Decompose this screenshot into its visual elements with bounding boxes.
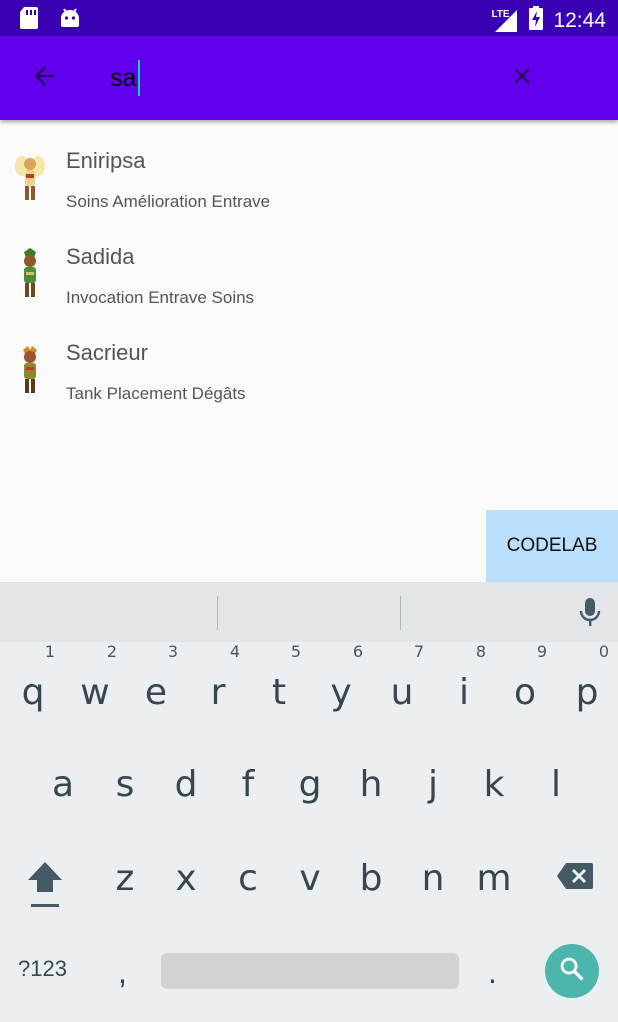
item-title: Eniripsa [66, 148, 146, 173]
android-icon [58, 6, 82, 35]
key-label: o [513, 672, 537, 713]
key-z[interactable]: z [94, 858, 156, 899]
key-l[interactable]: l [525, 764, 587, 805]
list-item[interactable]: Eniripsa Soins Amélioration Entrave [0, 120, 618, 216]
results-list: Eniripsa Soins Amélioration Entrave Sadi… [0, 120, 618, 408]
suggestion-strip [0, 582, 618, 642]
key-u[interactable]: 7u [371, 642, 433, 713]
key-label: e [144, 672, 168, 713]
search-app-bar [0, 36, 618, 120]
search-icon [558, 955, 586, 988]
key-q[interactable]: 1q [2, 642, 64, 713]
list-item[interactable]: Sacrieur Tank Placement Dégâts [0, 312, 618, 408]
key-label: y [330, 672, 352, 713]
period-key[interactable]: . [488, 954, 497, 991]
item-subtitle: Tank Placement Dégâts [66, 384, 246, 403]
key-hint: 0 [598, 642, 610, 661]
key-hint: 7 [413, 642, 425, 661]
key-j[interactable]: j [402, 764, 464, 805]
key-label: t [271, 672, 287, 713]
search-input[interactable] [110, 60, 470, 96]
key-f[interactable]: f [217, 764, 279, 805]
signal-icon: LTE [491, 9, 519, 33]
comma-key[interactable]: , [118, 954, 127, 991]
key-a[interactable]: a [32, 764, 94, 805]
key-k[interactable]: k [463, 764, 525, 805]
soft-keyboard: 1q 2w 3e 4r 5t 6y 7u 8i 9o 0p a s d f g … [0, 582, 618, 1022]
network-label: LTE [491, 8, 510, 20]
search-action-key[interactable] [545, 944, 599, 998]
suggestion-divider [217, 596, 218, 630]
key-hint: 1 [44, 642, 56, 661]
key-g[interactable]: g [279, 764, 341, 805]
microphone-icon[interactable] [578, 596, 602, 633]
item-title: Sacrieur [66, 340, 148, 365]
suggestion-divider [400, 596, 401, 630]
key-label: i [458, 672, 469, 713]
key-y[interactable]: 6y [310, 642, 372, 713]
key-hint: 4 [229, 642, 241, 661]
status-left-icons [18, 6, 82, 35]
backspace-key[interactable] [556, 862, 594, 895]
key-p[interactable]: 0p [556, 642, 618, 713]
key-i[interactable]: 8i [433, 642, 495, 713]
key-m[interactable]: m [463, 858, 525, 899]
close-icon [509, 63, 535, 94]
key-hint: 9 [536, 642, 548, 661]
codelab-button[interactable]: CODELAB [486, 510, 618, 582]
battery-charging-icon [529, 6, 544, 35]
item-subtitle: Soins Amélioration Entrave [66, 192, 271, 211]
key-hint: 8 [475, 642, 487, 661]
key-label: r [210, 672, 226, 713]
space-key[interactable] [161, 953, 459, 989]
key-label: q [21, 672, 45, 713]
key-label: w [80, 672, 110, 713]
key-b[interactable]: b [340, 858, 402, 899]
key-label: p [575, 672, 599, 713]
key-w[interactable]: 2w [64, 642, 126, 713]
key-d[interactable]: d [155, 764, 217, 805]
key-hint: 6 [352, 642, 364, 661]
key-label: u [390, 672, 414, 713]
key-hint: 5 [290, 642, 302, 661]
symbols-key[interactable]: ?123 [18, 956, 67, 982]
key-r[interactable]: 4r [187, 642, 249, 713]
shift-key[interactable] [26, 860, 64, 915]
item-title: Sadida [66, 244, 135, 269]
text-cursor [138, 60, 140, 96]
key-x[interactable]: x [155, 858, 217, 899]
status-bar: LTE 12:44 [0, 0, 618, 36]
clear-search-button[interactable] [502, 58, 542, 98]
item-subtitle: Invocation Entrave Soins [66, 288, 255, 307]
key-o[interactable]: 9o [494, 642, 556, 713]
key-h[interactable]: h [340, 764, 402, 805]
sacrieur-avatar [14, 344, 46, 396]
arrow-back-icon [30, 62, 58, 95]
clock: 12:44 [553, 8, 606, 32]
key-c[interactable]: c [217, 858, 279, 899]
key-n[interactable]: n [402, 858, 464, 899]
key-v[interactable]: v [279, 858, 341, 899]
list-item[interactable]: Sadida Invocation Entrave Soins [0, 216, 618, 312]
eniripsa-avatar [14, 152, 46, 204]
key-hint: 3 [167, 642, 179, 661]
status-right-icons: LTE 12:44 [491, 6, 606, 35]
key-t[interactable]: 5t [248, 642, 310, 713]
sd-card-icon [18, 6, 40, 35]
key-e[interactable]: 3e [125, 642, 187, 713]
sadida-avatar [14, 248, 46, 300]
back-button[interactable] [24, 58, 64, 98]
key-s[interactable]: s [94, 764, 156, 805]
key-hint: 2 [106, 642, 118, 661]
